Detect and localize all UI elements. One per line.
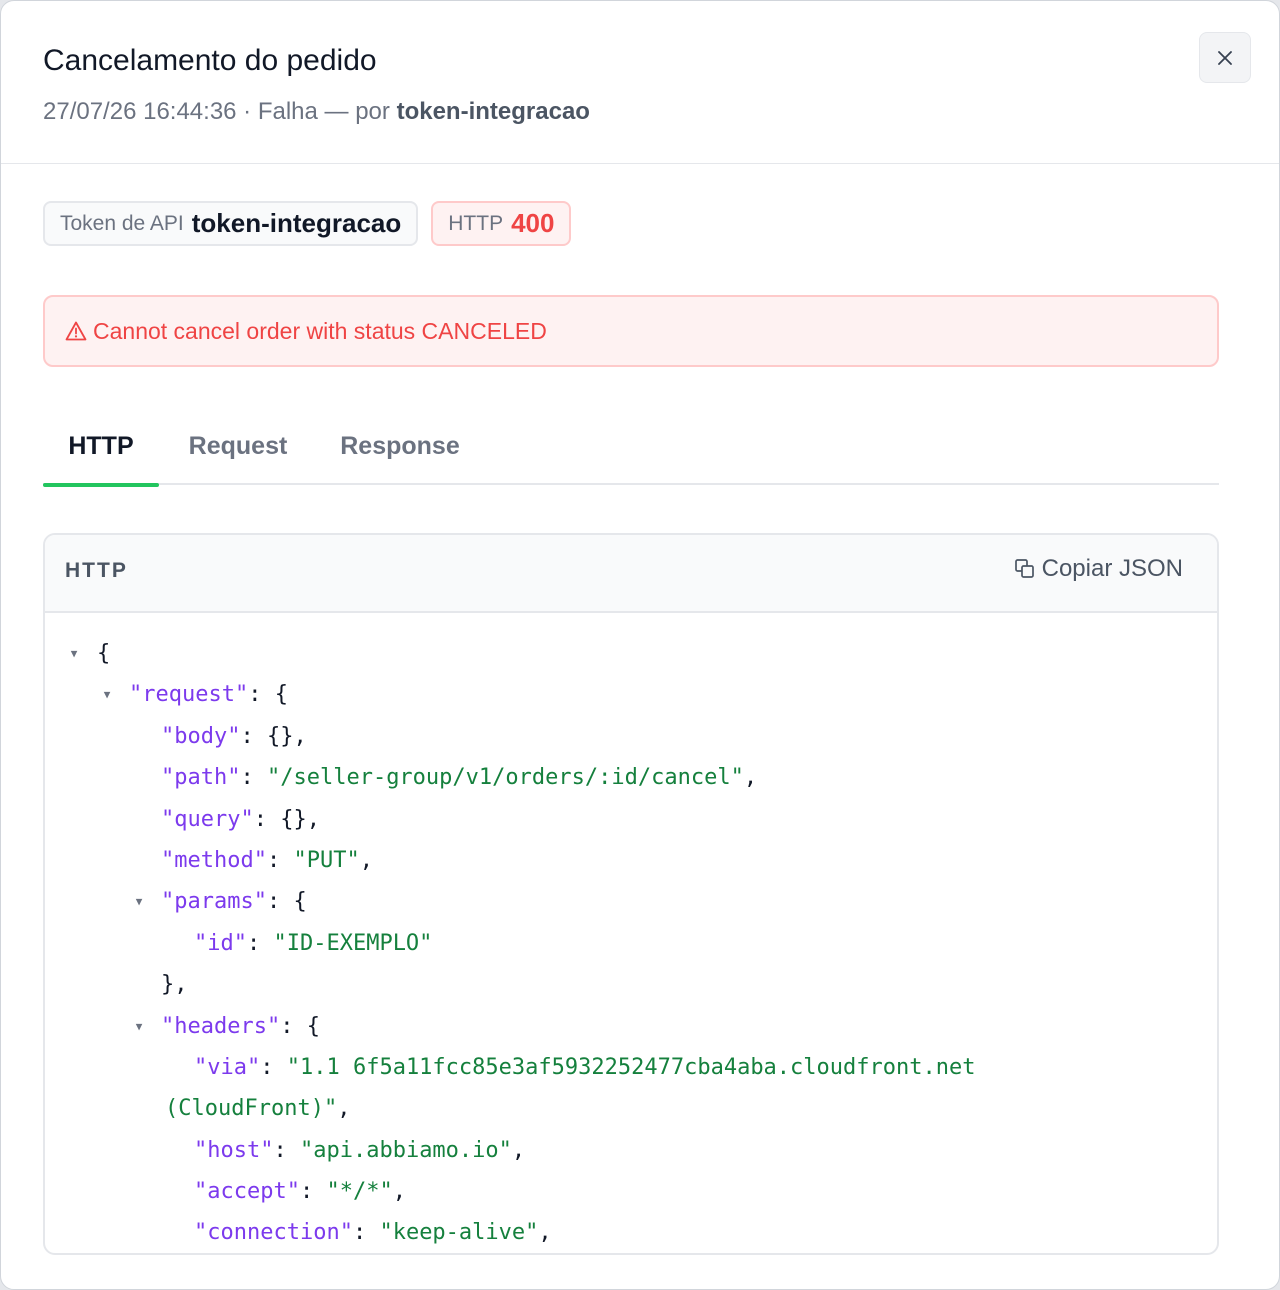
json-line: "path": "/seller-group/v1/orders/:id/can…	[161, 765, 758, 791]
json-line: "method": "PUT",	[161, 847, 373, 873]
json-line: },	[161, 972, 188, 998]
json-line: ▼ "request": {	[45, 674, 1217, 715]
json-line: ▼ "params": {	[45, 881, 1217, 922]
modal-title: Cancelamento do pedido	[43, 44, 377, 77]
json-key: "connection"	[194, 1220, 353, 1246]
json-key: "via"	[194, 1054, 261, 1080]
http-panel: HTTP Copiar JSON ▼ { ▼ "request": { "bod…	[43, 533, 1219, 1255]
copy-json-label: Copiar JSON	[1041, 555, 1183, 582]
panel-header: HTTP Copiar JSON	[45, 535, 1217, 613]
token-badge-label: Token de API	[60, 211, 184, 235]
close-icon	[1218, 50, 1232, 65]
tab-request[interactable]: Request	[177, 411, 299, 485]
json-line: "via": "1.1 6f5a11fcc85e3af5932252477cba…	[194, 1054, 976, 1080]
json-value: "*/*"	[326, 1179, 393, 1205]
json-key: "method"	[161, 847, 267, 873]
triangle-down-icon[interactable]: ▼	[132, 881, 146, 922]
badges-row: Token de API token-integracao HTTP 400	[43, 201, 572, 247]
triangle-down-icon[interactable]: ▼	[100, 674, 114, 715]
http-status-code: 400	[511, 208, 555, 238]
json-value: "keep-alive"	[379, 1220, 539, 1246]
json-key: "headers"	[161, 1013, 281, 1039]
json-value: "ID-EXEMPLO"	[273, 930, 433, 956]
event-detail-modal: Cancelamento do pedido 27/07/26 16:44:36…	[0, 0, 1280, 1290]
copy-json-button[interactable]: Copiar JSON	[1014, 555, 1183, 583]
json-line: (CloudFront)",	[165, 1096, 351, 1122]
json-line: "accept": "*/*",	[194, 1179, 406, 1205]
triangle-down-icon[interactable]: ▼	[67, 633, 81, 674]
json-line: ▼ {	[45, 633, 1217, 674]
json-line: "connection": "keep-alive",	[194, 1220, 552, 1246]
json-key: "request"	[129, 682, 249, 708]
event-actor: token-integracao	[396, 98, 590, 125]
json-line: "id": "ID-EXEMPLO"	[194, 930, 433, 956]
json-line: ▼ "headers": {	[45, 1006, 1217, 1047]
json-key: "query"	[161, 806, 254, 832]
json-key: "host"	[194, 1137, 274, 1163]
http-badge-label: HTTP	[448, 211, 504, 235]
json-value: "1.1 6f5a11fcc85e3af5932252477cba4aba.cl…	[286, 1054, 976, 1080]
json-line: "query": {},	[161, 806, 320, 832]
modal-subtitle: 27/07/26 16:44:36 · Falha — por token-in…	[43, 95, 590, 129]
json-key: "path"	[161, 765, 241, 791]
event-meta: 27/07/26 16:44:36 · Falha — por	[43, 98, 390, 125]
error-alert: Cannot cancel order with status CANCELED	[43, 295, 1219, 367]
json-key: "params"	[161, 889, 267, 915]
json-key: "accept"	[194, 1179, 300, 1205]
json-line: "body": {},	[161, 723, 307, 749]
json-key: "id"	[194, 930, 247, 956]
json-value: "api.abbiamo.io"	[299, 1137, 512, 1163]
copy-icon	[1014, 559, 1034, 578]
tab-http[interactable]: HTTP	[43, 411, 159, 487]
http-status-badge: HTTP 400	[431, 201, 572, 246]
json-value: (CloudFront)"	[165, 1096, 338, 1122]
token-badge-value: token-integracao	[191, 208, 402, 238]
tab-bar: HTTP Request Response	[43, 411, 1219, 487]
error-message: Cannot cancel order with status CANCELED	[93, 317, 547, 344]
modal-header: Cancelamento do pedido 27/07/26 16:44:36…	[1, 1, 1279, 164]
panel-title: HTTP	[65, 559, 128, 582]
json-value: "/seller-group/v1/orders/:id/cancel"	[266, 765, 744, 791]
json-key: "body"	[161, 723, 241, 749]
token-badge: Token de API token-integracao	[43, 201, 419, 246]
triangle-down-icon[interactable]: ▼	[132, 1006, 146, 1047]
json-line: "host": "api.abbiamo.io",	[194, 1137, 526, 1163]
tab-response[interactable]: Response	[329, 411, 471, 485]
json-viewer: ▼ { ▼ "request": { "body": {}, "path": "…	[45, 633, 1217, 1253]
close-button[interactable]	[1199, 32, 1251, 83]
warning-triangle-icon	[65, 321, 87, 341]
json-value: "PUT"	[293, 847, 360, 873]
